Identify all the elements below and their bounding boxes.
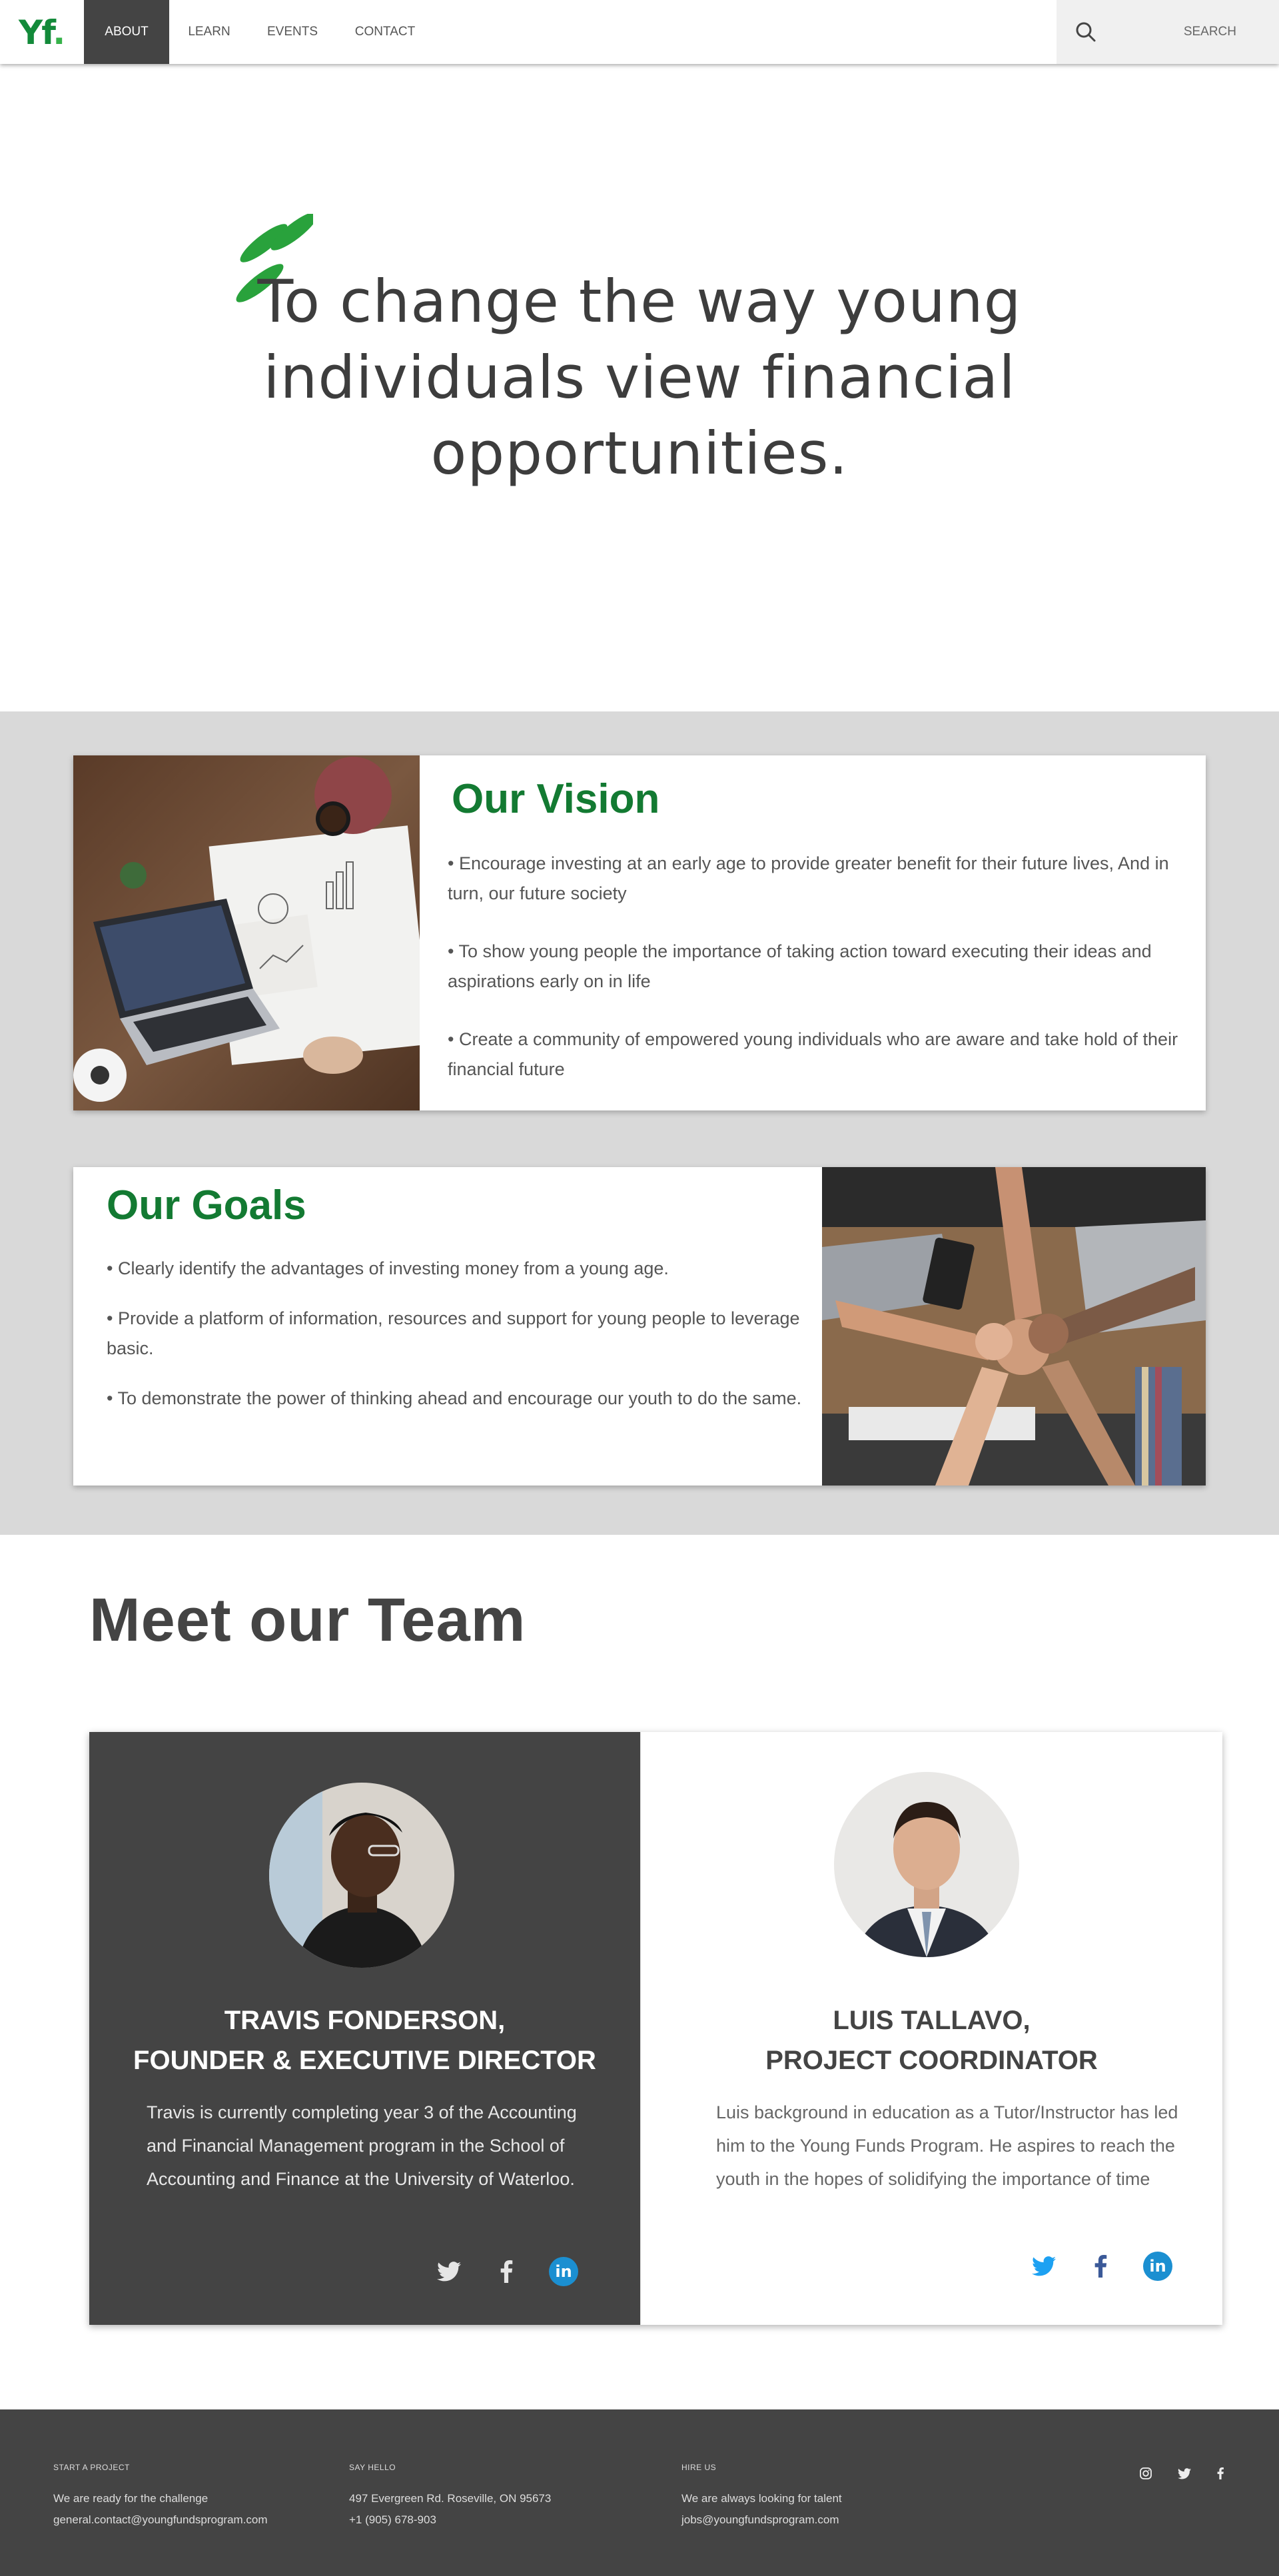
instagram-icon[interactable] (1138, 2465, 1154, 2481)
mission-hero: To change the way young individuals view… (0, 64, 1279, 711)
vision-list: • Encourage investing at an early age to… (448, 849, 1190, 1110)
member-name: LUIS TALLAVO, (833, 2006, 1031, 2035)
facebook-icon[interactable] (492, 2257, 521, 2286)
nav-item-about[interactable]: ABOUT (84, 0, 169, 64)
facebook-icon[interactable] (1086, 2252, 1115, 2281)
goals-card: Our Goals • Clearly identify the advanta… (73, 1167, 1206, 1486)
goals-item: • Provide a platform of information, res… (107, 1308, 800, 1358)
linkedin-icon[interactable]: in (1143, 2252, 1172, 2281)
mission-statement: To change the way young individuals view… (257, 267, 1022, 488)
footer-col-start-project: START A PROJECT We are ready for the cha… (53, 2463, 268, 2531)
workspace-photo (73, 755, 420, 1110)
site-logo[interactable]: Yf. (19, 13, 65, 52)
footer-heading: SAY HELLO (349, 2463, 396, 2472)
team-cards: TRAVIS FONDERSON, FOUNDER & EXECUTIVE DI… (89, 1732, 1222, 2325)
goals-title: Our Goals (107, 1182, 306, 1228)
footer-heading: HIRE US (681, 2463, 717, 2472)
footer-email-link[interactable]: general.contact@youngfundsprogram.com (53, 2509, 268, 2531)
goals-item: • To demonstrate the power of thinking a… (107, 1388, 802, 1408)
linkedin-icon[interactable]: in (549, 2257, 578, 2286)
twitter-icon[interactable] (1029, 2252, 1059, 2281)
team-fist-bump-photo (822, 1167, 1206, 1486)
avatar (834, 1772, 1019, 1957)
footer-text: We are always looking for talent (681, 2492, 842, 2505)
nav-item-learn[interactable]: LEARN (175, 0, 244, 64)
member-name: TRAVIS FONDERSON, (224, 2006, 506, 2035)
vision-card: Our Vision • Encourage investing at an e… (73, 755, 1206, 1110)
vision-goals-section: Our Vision • Encourage investing at an e… (0, 711, 1279, 1535)
twitter-icon[interactable] (434, 2257, 464, 2286)
logo-dot: . (53, 13, 65, 52)
nav-item-events[interactable]: EVENTS (253, 0, 332, 64)
vision-item: • Create a community of empowered young … (448, 1029, 1178, 1079)
footer-col-say-hello: SAY HELLO 497 Evergreen Rd. Roseville, O… (349, 2463, 551, 2531)
twitter-icon[interactable] (1176, 2465, 1192, 2481)
top-navigation: Yf. ABOUT LEARN EVENTS CONTACT SEARCH (0, 0, 1279, 64)
goals-list: • Clearly identify the advantages of inv… (107, 1254, 839, 1434)
facebook-icon[interactable] (1212, 2465, 1228, 2481)
footer-col-hire-us: HIRE US We are always looking for talent… (681, 2463, 842, 2531)
vision-title: Our Vision (452, 776, 660, 822)
member-role: PROJECT COORDINATOR (765, 2046, 1098, 2075)
vision-item: • To show young people the importance of… (448, 941, 1152, 991)
footer-heading: START A PROJECT (53, 2463, 130, 2472)
search-box[interactable]: SEARCH (1057, 0, 1279, 64)
member-bio: Luis background in education as a Tutor/… (716, 2102, 1178, 2189)
team-member-card: TRAVIS FONDERSON, FOUNDER & EXECUTIVE DI… (89, 1732, 640, 2325)
logo-text: Yf (19, 13, 54, 52)
site-footer: START A PROJECT We are ready for the cha… (0, 2409, 1279, 2576)
team-member-card: LUIS TALLAVO, PROJECT COORDINATOR Luis b… (640, 1732, 1222, 2325)
search-label: SEARCH (1183, 25, 1236, 39)
goals-item: • Clearly identify the advantages of inv… (107, 1258, 669, 1278)
member-bio: Travis is currently completing year 3 of… (147, 2102, 577, 2189)
footer-phone-link[interactable]: +1 (905) 678-903 (349, 2509, 551, 2531)
search-icon[interactable] (1075, 21, 1096, 43)
nav-item-contact[interactable]: CONTACT (344, 0, 426, 64)
footer-email-link[interactable]: jobs@youngfundsprogram.com (681, 2509, 842, 2531)
footer-address: 497 Evergreen Rd. Roseville, ON 95673 (349, 2492, 552, 2505)
member-role: FOUNDER & EXECUTIVE DIRECTOR (133, 2046, 596, 2075)
footer-text: We are ready for the challenge (53, 2492, 209, 2505)
vision-item: • Encourage investing at an early age to… (448, 853, 1169, 903)
avatar (269, 1783, 454, 1968)
team-section-title: Meet our Team (89, 1586, 526, 1654)
